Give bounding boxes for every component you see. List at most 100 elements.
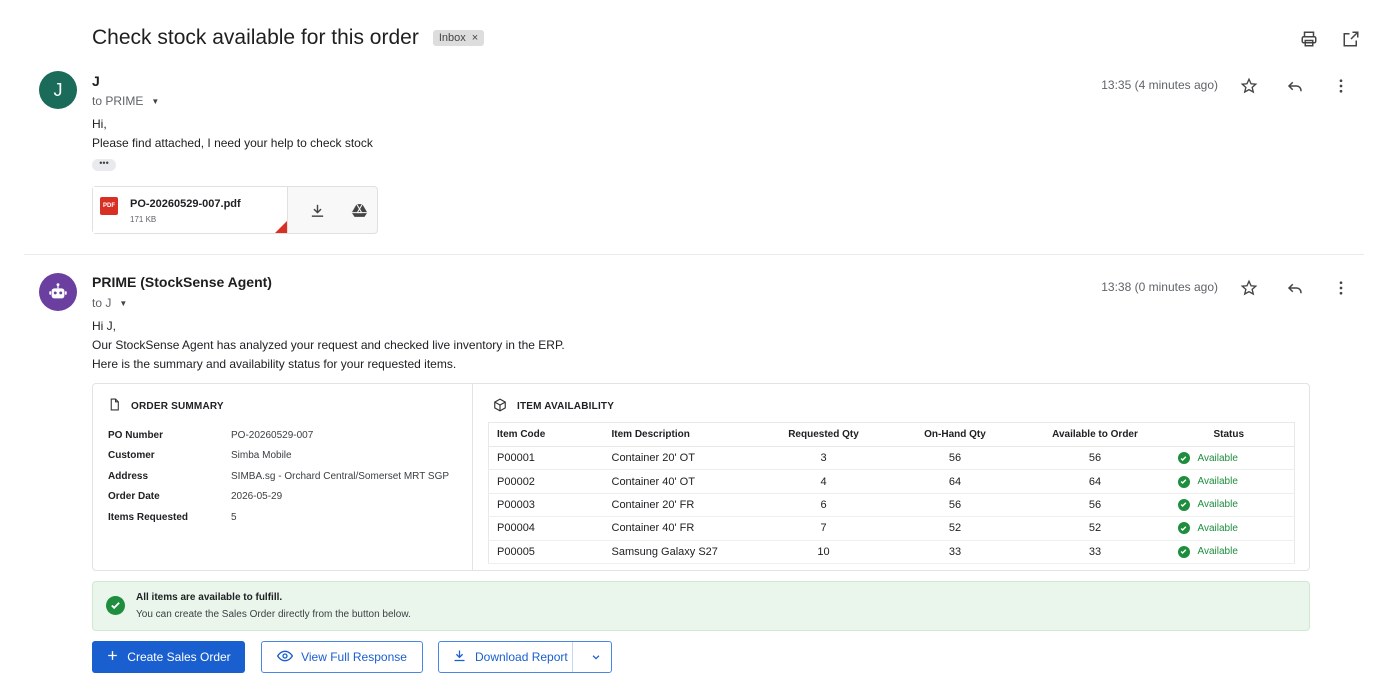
open-in-new-window-icon[interactable] <box>1340 28 1362 50</box>
button-label: Create Sales Order <box>127 650 231 664</box>
table-cell: 6 <box>763 493 884 518</box>
field-label: Address <box>108 471 149 482</box>
download-report-button[interactable]: Download Report <box>439 642 573 672</box>
body-line: Our StockSense Agent has analyzed your r… <box>92 338 565 352</box>
field-value: 2026-05-29 <box>231 491 283 502</box>
table-cell: Container 40' OT <box>603 469 764 494</box>
table-cell: 56 <box>1026 446 1164 471</box>
recipient-line[interactable]: to J ▼ <box>92 296 127 310</box>
body-line: Hi, <box>92 117 107 131</box>
banner-title: All items are available to fulfill. <box>136 592 283 603</box>
star-icon[interactable] <box>1238 277 1260 299</box>
table-cell: 7 <box>763 516 884 541</box>
recipient-text: to PRIME <box>92 94 144 108</box>
item-availability-table: Item Code Item Description Requested Qty… <box>488 422 1295 564</box>
success-banner: All items are available to fulfill. You … <box>92 581 1310 631</box>
sender-avatar-j[interactable]: J <box>39 71 77 109</box>
table-cell: 64 <box>883 469 1027 494</box>
message-actions <box>1238 75 1352 97</box>
table-cell: 52 <box>1026 516 1164 541</box>
table-row: P00001 Container 20' OT 3 56 56 Available <box>488 446 1295 471</box>
more-options-icon[interactable] <box>1330 277 1352 299</box>
message-actions <box>1238 277 1352 299</box>
more-options-icon[interactable] <box>1330 75 1352 97</box>
chevron-down-icon[interactable]: ▼ <box>151 97 159 106</box>
status-text: Available <box>1197 476 1238 488</box>
message-body: Hi J, Our StockSense Agent has analyzed … <box>92 317 565 374</box>
body-line: Hi J, <box>92 319 116 333</box>
table-cell: Container 20' OT <box>603 446 764 471</box>
message-time: 13:38 (0 minutes ago) <box>1101 280 1218 294</box>
email-subject: Check stock available for this order <box>92 26 419 49</box>
create-sales-order-button[interactable]: Create Sales Order <box>92 641 245 673</box>
column-header: Available to Order <box>1026 422 1164 447</box>
reply-icon[interactable] <box>1284 277 1306 299</box>
download-icon[interactable] <box>306 199 328 221</box>
eye-icon <box>276 648 294 667</box>
status-badge: Available <box>1172 522 1295 535</box>
check-circle-icon <box>1177 475 1190 488</box>
thread-toolbar <box>1298 28 1362 50</box>
table-row: P00002 Container 40' OT 4 64 64 Available <box>488 469 1295 494</box>
body-line: Please find attached, I need your help t… <box>92 136 373 150</box>
table-cell: Samsung Galaxy S27 <box>603 540 764 564</box>
item-availability-heading: ITEM AVAILABILITY <box>517 401 615 412</box>
check-circle-icon <box>106 596 125 615</box>
attachment-actions <box>288 187 370 233</box>
box-icon <box>493 398 507 415</box>
field-value: PO-20260529-007 <box>231 430 314 441</box>
check-circle-icon <box>1177 452 1190 465</box>
status-text: Available <box>1197 499 1238 511</box>
field-value: SIMBA.sg - Orchard Central/Somerset MRT … <box>231 471 450 482</box>
attachment-card[interactable]: PDF PO-20260529-007.pdf 171 KB <box>92 186 378 234</box>
subject-row: Check stock available for this order Inb… <box>92 26 485 50</box>
status-cell: Available <box>1163 516 1295 541</box>
status-text: Available <box>1197 546 1238 558</box>
body-line: Here is the summary and availability sta… <box>92 357 457 371</box>
save-to-drive-icon[interactable] <box>348 199 370 221</box>
table-cell: 56 <box>883 446 1027 471</box>
status-cell: Available <box>1163 540 1295 564</box>
inbox-label-chip[interactable]: Inbox × <box>432 30 485 46</box>
print-icon[interactable] <box>1298 28 1320 50</box>
banner-text: You can create the Sales Order directly … <box>136 609 411 620</box>
item-availability-title: ITEM AVAILABILITY <box>493 398 614 415</box>
item-availability-panel: ITEM AVAILABILITY Item Code Item Descrip… <box>473 384 1309 570</box>
recipient-line[interactable]: to PRIME ▼ <box>92 94 159 108</box>
table-cell: 33 <box>883 540 1027 564</box>
table-cell: P00002 <box>488 469 604 494</box>
status-cell: Available <box>1163 469 1295 494</box>
field-value: 5 <box>231 512 237 523</box>
table-cell: 4 <box>763 469 884 494</box>
table-cell: Container 40' FR <box>603 516 764 541</box>
view-full-response-button[interactable]: View Full Response <box>261 641 423 673</box>
column-header: Item Code <box>488 422 604 447</box>
star-icon[interactable] <box>1238 75 1260 97</box>
reply-icon[interactable] <box>1284 75 1306 97</box>
order-summary-heading: ORDER SUMMARY <box>131 400 224 412</box>
table-cell: 52 <box>883 516 1027 541</box>
order-summary-title: ORDER SUMMARY <box>108 398 224 414</box>
message-divider <box>24 254 1364 255</box>
table-cell: 3 <box>763 446 884 471</box>
sender-name[interactable]: PRIME (StockSense Agent) <box>92 274 272 290</box>
order-summary-panel: ORDER SUMMARY PO Number PO-20260529-007 … <box>93 384 473 570</box>
check-circle-icon <box>1177 545 1190 558</box>
column-header: On-Hand Qty <box>883 422 1027 447</box>
attachment-preview[interactable]: PDF PO-20260529-007.pdf 171 KB <box>93 187 288 233</box>
table-cell: 56 <box>883 493 1027 518</box>
robot-icon[interactable] <box>39 273 77 311</box>
table-cell: 10 <box>763 540 884 564</box>
table-row: P00003 Container 20' FR 6 56 56 Available <box>488 493 1295 518</box>
chevron-down-icon[interactable]: ▼ <box>119 299 127 308</box>
sender-name[interactable]: J <box>92 73 100 89</box>
table-cell: P00004 <box>488 516 604 541</box>
check-circle-icon <box>1177 498 1190 511</box>
table-cell: Container 20' FR <box>603 493 764 518</box>
field-label: Items Requested <box>108 512 189 523</box>
remove-label-button[interactable]: × <box>472 32 478 44</box>
status-cell: Available <box>1163 493 1295 518</box>
show-trimmed-content-button[interactable]: ••• <box>92 159 116 171</box>
message-body: Hi, Please find attached, I need your he… <box>92 115 373 153</box>
chevron-down-icon[interactable] <box>581 642 611 672</box>
